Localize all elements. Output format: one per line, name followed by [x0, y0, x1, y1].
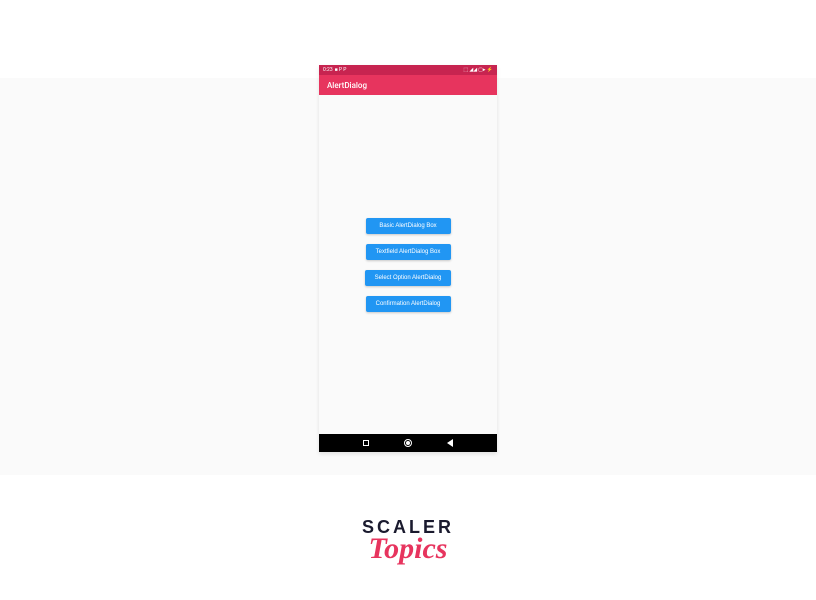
back-button[interactable] — [445, 438, 455, 448]
notification-icons: ■ P P — [335, 67, 347, 73]
confirmation-alertdialog-button[interactable]: Confirmation AlertDialog — [366, 296, 451, 312]
square-icon — [363, 440, 369, 446]
status-bar: 0:23 ■ P P ⬚ ◢◢ ▢▸ ⚡ — [319, 65, 497, 75]
app-title: AlertDialog — [327, 81, 367, 90]
triangle-icon — [447, 439, 453, 447]
recent-apps-button[interactable] — [361, 438, 371, 448]
basic-alertdialog-button[interactable]: Basic AlertDialog Box — [366, 218, 451, 234]
circle-icon — [404, 439, 412, 447]
circle-inner-icon — [406, 441, 410, 445]
phone-container: 0:23 ■ P P ⬚ ◢◢ ▢▸ ⚡ AlertDialog Basic A… — [319, 65, 497, 452]
status-time: 0:23 — [323, 67, 333, 73]
phone-frame: 0:23 ■ P P ⬚ ◢◢ ▢▸ ⚡ AlertDialog Basic A… — [319, 65, 497, 452]
status-left: 0:23 ■ P P — [323, 67, 346, 73]
system-icons: ⬚ ◢◢ ▢▸ ⚡ — [463, 67, 493, 73]
select-option-alertdialog-button[interactable]: Select Option AlertDialog — [365, 270, 452, 286]
status-right: ⬚ ◢◢ ▢▸ ⚡ — [463, 67, 493, 73]
textfield-alertdialog-button[interactable]: Textfield AlertDialog Box — [366, 244, 451, 260]
logo-topics-text: Topics — [369, 532, 448, 566]
app-bar: AlertDialog — [319, 75, 497, 95]
app-content: Basic AlertDialog Box Textfield AlertDia… — [319, 95, 497, 434]
logo-section: SCALER Topics — [0, 475, 816, 566]
middle-band: 0:23 ■ P P ⬚ ◢◢ ▢▸ ⚡ AlertDialog Basic A… — [0, 78, 816, 475]
nav-bar — [319, 434, 497, 452]
home-button[interactable] — [403, 438, 413, 448]
